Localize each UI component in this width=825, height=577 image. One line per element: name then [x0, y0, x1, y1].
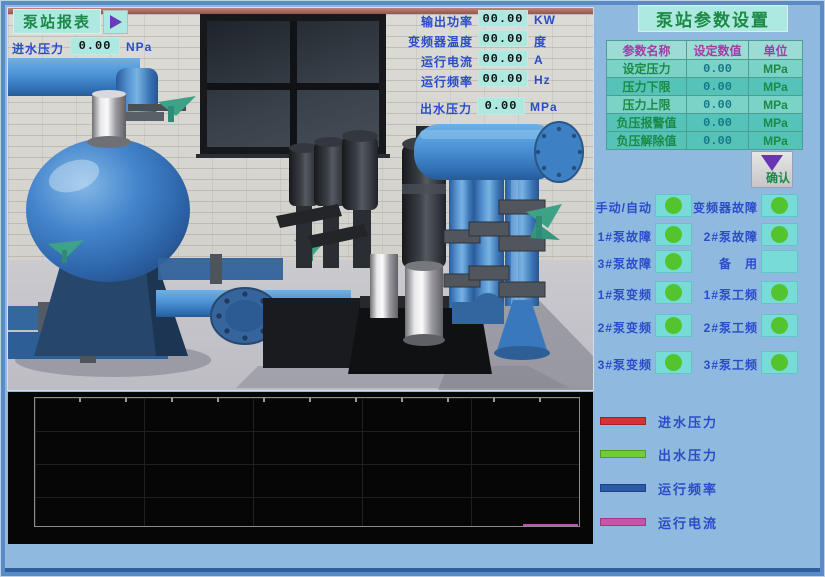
trend-plot-area — [34, 397, 580, 527]
lamp-pump3-fault — [655, 250, 692, 273]
legend-label-inlet-pressure: 进水压力 — [658, 412, 718, 431]
lamp-manual-auto — [655, 194, 692, 217]
param-unit: MPa — [749, 60, 803, 78]
status-label-manual-auto: 手动/自动 — [578, 199, 652, 216]
param-value-field[interactable]: 0.00 — [687, 114, 749, 132]
table-row: 压力下限 0.00 MPa — [607, 78, 803, 96]
pump-station-hmi-screen: 泵站报表 进水压力 0.00 NPa 输出功率 00.00 KW 变频器温度 0… — [0, 0, 825, 577]
status-label-pump1-vfd: 1#泵变频 — [578, 286, 652, 303]
run-current-label: 运行电流 — [385, 53, 473, 70]
col-param-name: 参数名称 — [607, 41, 687, 60]
status-label-pump1-fault: 1#泵故障 — [578, 228, 652, 245]
param-value-field[interactable]: 0.00 — [687, 78, 749, 96]
param-value-field[interactable]: 0.00 — [687, 132, 749, 150]
lamp-pump2-line — [761, 314, 798, 337]
param-value-field[interactable]: 0.00 — [687, 60, 749, 78]
status-label-pump3-line: 3#泵工频 — [688, 356, 758, 373]
inverter-temp-value: 00.00 — [478, 30, 528, 47]
param-unit: MPa — [749, 96, 803, 114]
col-unit: 单位 — [749, 41, 803, 60]
output-power-value: 00.00 — [478, 10, 528, 27]
lamp-pump2-fault — [761, 223, 798, 246]
status-label-vfd-fault: 变频器故障 — [688, 199, 758, 216]
confirm-label: 确认 — [766, 169, 790, 186]
trend-chart — [8, 392, 593, 544]
table-row: 压力上限 0.00 MPa — [607, 96, 803, 114]
col-set-value: 设定数值 — [687, 41, 749, 60]
inverter-temp-label: 变频器温度 — [385, 33, 473, 50]
param-name: 压力下限 — [607, 78, 687, 96]
inlet-pressure-label: 进水压力 — [12, 40, 64, 57]
inlet-pressure-unit: NPa — [126, 40, 152, 54]
run-current-value: 00.00 — [478, 50, 528, 67]
run-frequency-value: 00.00 — [478, 70, 528, 87]
status-label-pump3-fault: 3#泵故障 — [578, 255, 652, 272]
legend-label-outlet-pressure: 出水压力 — [658, 445, 718, 464]
status-label-pump1-line: 1#泵工频 — [688, 286, 758, 303]
output-power-unit: KW — [534, 13, 556, 27]
outlet-pressure-unit: MPa — [530, 100, 558, 114]
outlet-pressure-label: 出水压力 — [420, 100, 472, 117]
settings-panel-title: 泵站参数设置 — [638, 5, 788, 32]
lamp-pump2-vfd — [655, 314, 692, 337]
legend-swatch-run-frequency — [600, 484, 646, 492]
lamp-spare — [761, 250, 798, 273]
report-play-button[interactable] — [103, 10, 128, 34]
legend-label-run-frequency: 运行频率 — [658, 479, 718, 498]
lamp-pump1-line — [761, 281, 798, 304]
param-name: 设定压力 — [607, 60, 687, 78]
table-row: 设定压力 0.00 MPa — [607, 60, 803, 78]
confirm-button[interactable]: 确认 — [751, 151, 793, 188]
legend-label-run-current: 运行电流 — [658, 513, 718, 532]
param-name: 负压报警值 — [607, 114, 687, 132]
output-power-label: 输出功率 — [385, 13, 473, 30]
status-label-pump2-vfd: 2#泵变频 — [578, 319, 652, 336]
run-current-unit: A — [534, 53, 544, 67]
param-name: 压力上限 — [607, 96, 687, 114]
lamp-pump3-vfd — [655, 351, 692, 374]
report-button[interactable]: 泵站报表 — [13, 9, 101, 34]
legend-swatch-inlet-pressure — [600, 417, 646, 425]
status-label-spare: 备 用 — [688, 255, 758, 272]
inverter-temp-unit: 度 — [534, 33, 547, 50]
param-unit: MPa — [749, 78, 803, 96]
param-unit: MPa — [749, 114, 803, 132]
lamp-vfd-fault — [761, 194, 798, 217]
settings-header-row: 参数名称 设定数值 单位 — [607, 41, 803, 60]
play-icon — [110, 15, 122, 29]
legend-swatch-run-current — [600, 518, 646, 526]
status-label-pump2-fault: 2#泵故障 — [688, 228, 758, 245]
table-row: 负压报警值 0.00 MPa — [607, 114, 803, 132]
settings-table: 参数名称 设定数值 单位 设定压力 0.00 MPa 压力下限 0.00 MPa… — [606, 40, 803, 150]
inlet-pressure-value: 0.00 — [70, 37, 120, 55]
param-name: 负压解除值 — [607, 132, 687, 150]
lamp-pump1-fault — [655, 223, 692, 246]
status-label-pump2-line: 2#泵工频 — [688, 319, 758, 336]
outlet-pressure-value: 0.00 — [477, 97, 525, 115]
lamp-pump1-vfd — [655, 281, 692, 304]
param-value-field[interactable]: 0.00 — [687, 96, 749, 114]
legend-swatch-outlet-pressure — [600, 450, 646, 458]
param-unit: MPa — [749, 132, 803, 150]
status-label-pump3-vfd: 3#泵变频 — [578, 356, 652, 373]
run-current-trace — [523, 524, 578, 526]
run-frequency-unit: Hz — [534, 73, 551, 87]
table-row: 负压解除值 0.00 MPa — [607, 132, 803, 150]
run-frequency-label: 运行频率 — [385, 73, 473, 90]
lamp-pump3-line — [761, 351, 798, 374]
